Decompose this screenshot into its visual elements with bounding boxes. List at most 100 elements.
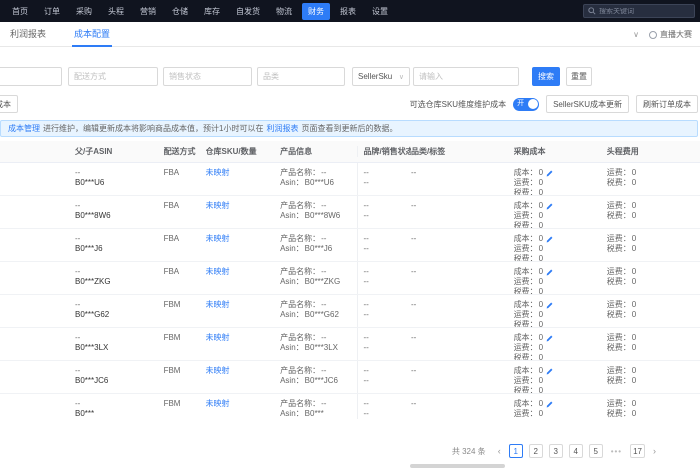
status-value: -- [363,310,369,319]
prev-page-button[interactable]: ‹ [496,446,503,456]
reset-button[interactable]: 重置 [566,67,592,86]
global-search-input[interactable] [599,7,689,15]
hl-freight-label: 运费： [606,267,631,276]
page-number-button[interactable]: 5 [588,444,603,458]
topnav-item[interactable]: 采购 [70,3,98,20]
cell-purchase-cost: 成本： 0 运费： 0 税费： 0 [514,196,607,228]
brand-value: -- [363,333,369,342]
freight-value: 0 [538,178,544,187]
freight-label: 运费： [513,277,538,286]
unmapped-link[interactable]: 未映射 [206,168,230,177]
warehouse-sku-toggle[interactable]: 开 [513,97,540,111]
topnav-item[interactable]: 库存 [198,3,226,20]
cell-warehouse-sku: 未映射 [206,394,281,419]
shop-filter[interactable] [0,67,62,86]
unmapped-link[interactable]: 未映射 [206,201,230,210]
topnav-item[interactable]: 报表 [334,3,362,20]
topnav-item[interactable]: 财务 [302,2,330,20]
category-select[interactable]: 品类 [257,67,345,86]
page-number-button[interactable]: 2 [528,444,543,458]
page-number-button[interactable]: 4 [568,444,583,458]
horizontal-scrollbar[interactable] [410,464,505,468]
cell-purchase-cost: 成本： 0 运费： 0 税费： 0 [514,328,607,360]
page-number-button[interactable]: 17 [630,444,645,458]
cell-brand-status: -- -- [357,163,411,195]
edit-cost-icon[interactable] [546,203,553,210]
page-number-button[interactable]: 3 [548,444,563,458]
col-warehouse-sku: 仓库SKU/数量 [205,147,257,156]
edit-cost-icon[interactable] [546,335,553,342]
asin-value: B0***U6 [304,178,335,187]
unmapped-link[interactable]: 未映射 [206,267,230,276]
edit-cost-icon[interactable] [546,170,553,177]
hl-freight-value: 0 [631,399,637,408]
hl-freight-label: 运费： [606,333,631,342]
edit-cost-icon[interactable] [546,236,553,243]
hl-tax-value: 0 [631,277,637,286]
cell-delivery-method: FBA [163,234,180,243]
unmapped-link[interactable]: 未映射 [206,366,230,375]
sale-status-select[interactable]: 销售状态 [163,67,252,86]
freight-label: 运费： [513,409,538,418]
parent-asin: -- [75,366,81,375]
edit-cost-icon[interactable] [546,401,553,408]
next-page-button[interactable]: › [651,446,658,456]
topnav-item[interactable]: 设置 [366,3,394,20]
cost-value: 0 [538,168,544,177]
edit-cost-icon[interactable] [546,269,553,276]
refresh-order-cost-button[interactable]: 刷新订单成本 [636,95,698,113]
cell-product-info: 产品名称： -- Asin： B0***J6 [280,229,357,261]
topnav-item[interactable]: 仓储 [166,3,194,20]
page-number-button[interactable]: ••• [608,444,625,458]
sku-type-select[interactable]: SellerSku ∨ [352,67,410,86]
global-search-box[interactable] [583,4,695,18]
sellersku-cost-update-button[interactable]: SellerSKU成本更新 [546,95,629,113]
cost-manage-link[interactable]: 成本管理 [8,123,40,134]
shop-filter-input[interactable] [0,72,56,81]
cost-value: 0 [538,300,544,309]
delivery-method-select[interactable]: 配送方式 [68,67,158,86]
unmapped-link[interactable]: 未映射 [206,234,230,243]
topnav-item[interactable]: 自发货 [230,3,266,20]
topnav-items: 首页 订单 采购 头程 营销 仓储 库存 自发货 物流 财务 报表 设置 [6,2,394,20]
cell-warehouse-sku: 未映射 [206,196,281,228]
cost-label: 成本： [513,366,538,375]
status-value: -- [363,244,369,253]
table-header: 父/子ASIN 配送方式 仓库SKU/数量 产品信息 品牌/销售状态 品类/标签… [0,141,700,163]
topnav-item[interactable]: 物流 [270,3,298,20]
chevron-down-icon[interactable]: ∨ [633,30,639,39]
cell-warehouse-sku: 未映射 [206,262,281,294]
child-asin: B0***8W6 [75,211,111,220]
keyword-box[interactable] [413,67,519,86]
hl-freight-value: 0 [631,234,637,243]
cell-category-tag: -- [411,399,417,408]
cell-category-tag: -- [411,201,417,210]
topnav-item[interactable]: 头程 [102,3,130,20]
edit-cost-icon[interactable] [546,368,553,375]
cell-delivery-method: FBA [163,201,180,210]
unmapped-link[interactable]: 未映射 [206,333,230,342]
hl-freight-value: 0 [631,333,637,342]
edit-cost-icon[interactable] [546,302,553,309]
live-event-link[interactable]: 直播大赛 [649,29,692,40]
topnav-item[interactable]: 营销 [134,3,162,20]
import-cost-button[interactable]: 成本 [0,95,18,113]
tab-item[interactable]: 利润报表 [10,22,46,47]
keyword-input[interactable] [419,72,513,81]
cell-warehouse-sku: 未映射 [206,229,281,261]
cost-value: 0 [538,234,544,243]
unmapped-link[interactable]: 未映射 [206,300,230,309]
status-value: -- [363,343,369,352]
cell-product-info: 产品名称： -- Asin： B0***ZKG [280,262,357,294]
status-value: -- [363,211,369,220]
unmapped-link[interactable]: 未映射 [206,399,230,408]
cell-first-leg-cost: 运费： 0 税费： 0 [607,163,700,195]
tab-item[interactable]: 成本配置 [72,22,113,47]
topnav-item[interactable]: 首页 [6,3,34,20]
topnav-item[interactable]: 订单 [38,3,66,20]
page-number-button[interactable]: 1 [508,444,523,458]
profit-report-link[interactable]: 利润报表 [266,123,298,134]
cell-first-leg-cost: 运费： 0 税费： 0 [607,328,700,360]
search-button[interactable]: 搜索 [532,67,560,86]
hl-tax-value: 0 [631,409,637,418]
